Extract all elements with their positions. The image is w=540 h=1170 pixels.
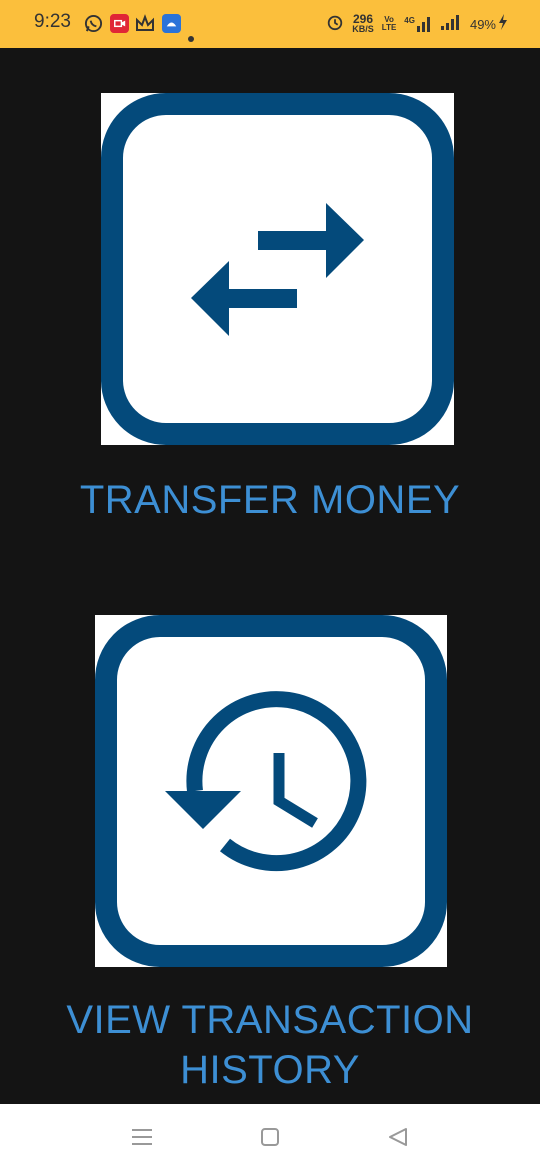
signal-icon-2	[440, 14, 462, 35]
home-icon	[261, 1128, 279, 1146]
menu-button[interactable]	[127, 1122, 157, 1152]
status-time: 9:23	[34, 11, 71, 32]
back-button[interactable]	[383, 1122, 413, 1152]
screen-recorder-icon	[110, 14, 129, 38]
transfer-money-button[interactable]	[101, 93, 454, 445]
view-history-label-line1[interactable]: VIEW TRANSACTION	[0, 996, 540, 1044]
signal-icon: 4G	[404, 16, 432, 32]
home-button[interactable]	[255, 1122, 285, 1152]
alarm-icon	[326, 13, 344, 36]
volte-icon: Vo LTE	[381, 15, 397, 32]
crown-app-icon	[135, 14, 155, 38]
back-icon	[389, 1128, 407, 1146]
notification-dot-icon	[188, 29, 194, 47]
menu-icon	[132, 1129, 152, 1145]
battery-charging-icon	[498, 13, 508, 35]
view-history-button[interactable]	[95, 615, 447, 967]
status-indicators: 296 KB/S Vo LTE 4G 49%	[326, 13, 508, 35]
view-history-label-line2[interactable]: HISTORY	[0, 1046, 540, 1094]
whatsapp-icon	[84, 14, 103, 38]
android-app-icon	[162, 14, 181, 38]
network-speed: 296 KB/S	[352, 12, 374, 34]
transfer-money-label[interactable]: TRANSFER MONEY	[0, 476, 540, 524]
history-clock-icon	[95, 615, 447, 967]
status-bar: 9:23 296 KB/S Vo LTE 4G 49%	[0, 0, 540, 48]
transfer-arrows-icon	[101, 93, 454, 445]
system-nav-bar	[0, 1104, 540, 1170]
battery-percent: 49%	[469, 16, 496, 32]
